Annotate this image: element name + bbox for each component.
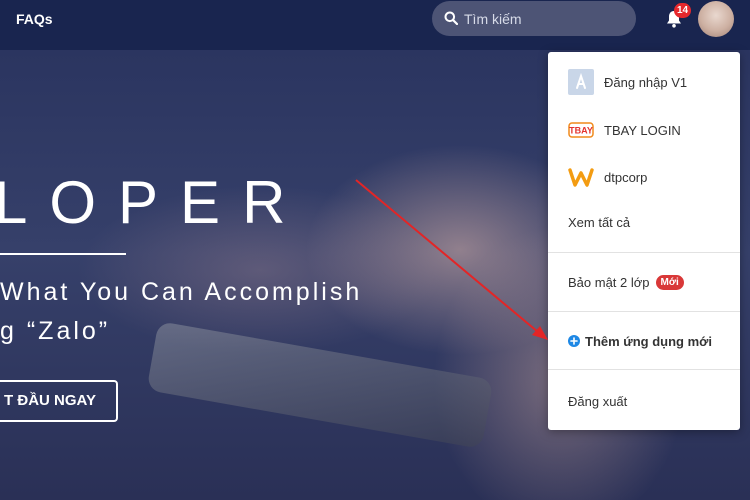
search-input[interactable] xyxy=(464,1,629,36)
logout-item[interactable]: Đăng xuất xyxy=(568,388,627,414)
phone-illustration xyxy=(146,321,494,449)
two-factor-security-item[interactable]: Bảo mật 2 lớp Mới xyxy=(568,269,684,295)
menu-app-dang-nhap-v1[interactable]: Đăng nhập V1 xyxy=(568,69,687,95)
menu-app-dtpcorp[interactable]: dtpcorp xyxy=(568,164,647,190)
top-navigation-bar: FAQs 14 xyxy=(0,0,750,50)
two-factor-label: Bảo mật 2 lớp xyxy=(568,274,650,290)
w-logo-icon xyxy=(568,168,594,187)
menu-divider xyxy=(548,369,740,370)
menu-app-label: Đăng nhập V1 xyxy=(604,74,688,90)
menu-app-tbay-login[interactable]: TBAY TBAY LOGIN xyxy=(568,117,681,143)
hero-heading: LOPER xyxy=(0,169,308,236)
add-new-app-label: Thêm ứng dụng mới xyxy=(585,333,712,349)
notification-count-badge: 14 xyxy=(674,3,692,18)
see-all-link[interactable]: Xem tất cả xyxy=(568,209,630,235)
app-store-icon xyxy=(568,69,594,95)
add-new-app-item[interactable]: Thêm ứng dụng mới xyxy=(568,328,712,354)
svg-text:TBAY: TBAY xyxy=(569,126,593,136)
plus-circle-icon xyxy=(568,335,580,347)
menu-app-label: TBAY LOGIN xyxy=(604,122,681,138)
hero-divider xyxy=(0,253,126,255)
search-icon xyxy=(444,11,458,25)
menu-app-label: dtpcorp xyxy=(604,169,648,185)
user-avatar[interactable] xyxy=(698,1,734,37)
faqs-link[interactable]: FAQs xyxy=(16,11,53,27)
search-box[interactable] xyxy=(432,1,636,36)
user-dropdown-menu: Đăng nhập V1 TBAY TBAY LOGIN dtpcorp Xem… xyxy=(548,52,740,430)
new-badge: Mới xyxy=(655,274,684,290)
hero-subtitle-line2: g “Zalo” xyxy=(0,317,111,345)
menu-divider xyxy=(548,311,740,312)
get-started-button[interactable]: T ĐẦU NGAY xyxy=(0,380,118,422)
menu-divider xyxy=(548,252,740,253)
hero-subtitle-line1: What You Can Accomplish xyxy=(0,278,363,306)
tbay-logo-icon: TBAY xyxy=(568,122,594,138)
